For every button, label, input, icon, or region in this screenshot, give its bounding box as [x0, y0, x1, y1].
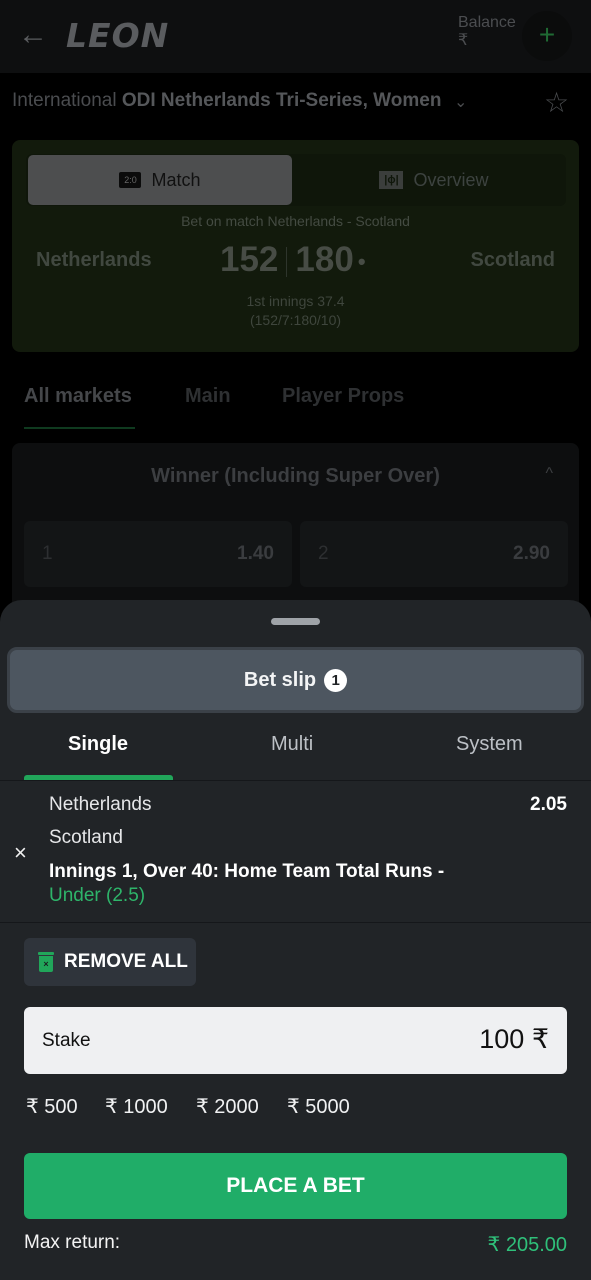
- event-category: International: [12, 90, 117, 111]
- bet-slip-sheet: Bet slip 1 Single Multi System × Netherl…: [0, 600, 591, 1280]
- tab-match[interactable]: 2:0 Match: [28, 155, 292, 205]
- remove-all-button[interactable]: × REMOVE ALL: [24, 938, 196, 986]
- stake-value[interactable]: 100 ₹: [479, 1024, 549, 1055]
- tab-overview-label: Overview: [413, 169, 489, 190]
- home-score: 152: [220, 240, 279, 279]
- quick-stake-500[interactable]: ₹ 500: [26, 1094, 78, 1119]
- plus-icon: +: [538, 19, 556, 50]
- active-tab-indicator: [24, 775, 173, 780]
- away-team: Scotland: [470, 249, 555, 271]
- field-icon: |ϕ|: [379, 171, 404, 189]
- bet-on-text: Bet on match Netherlands - Scotland: [181, 213, 410, 229]
- bet-selection: Under (2.5): [49, 885, 146, 906]
- chevron-down-icon[interactable]: ⌄: [454, 92, 467, 112]
- tab-main[interactable]: Main: [185, 385, 231, 408]
- event-tournament: ODI Netherlands Tri-Series, Women: [121, 90, 442, 111]
- back-arrow-icon[interactable]: ←: [18, 20, 50, 52]
- bet-odds: 2.05: [530, 794, 567, 815]
- quick-stake-2000[interactable]: ₹ 2000: [196, 1094, 259, 1119]
- top-bar: ← LEON Balance ₹ +: [0, 0, 591, 73]
- max-return-label: Max return:: [24, 1232, 121, 1253]
- balance[interactable]: Balance ₹: [458, 14, 516, 50]
- active-tab-indicator: [24, 427, 135, 429]
- bet-slip-title: Bet slip: [243, 668, 317, 691]
- tab-overview[interactable]: |ϕ| Overview: [302, 155, 566, 205]
- bet-home-team: Netherlands: [49, 794, 152, 815]
- tab-match-label: Match: [151, 169, 201, 190]
- drag-handle[interactable]: [271, 618, 320, 625]
- max-return-value: ₹ 205.00: [487, 1234, 567, 1256]
- innings-status: 1st innings 37.4: [246, 293, 345, 309]
- scoreboard-icon: 2:0: [119, 172, 142, 188]
- bet-slip-item: × Netherlands 2.05 Scotland Innings 1, O…: [0, 782, 591, 923]
- odd-label: 2: [318, 543, 329, 564]
- innings-info: 1st innings 37.4 (152/7:180/10): [12, 292, 579, 330]
- away-score: 180: [295, 240, 354, 279]
- match-view-switch: 2:0 Match |ϕ| Overview: [26, 154, 566, 206]
- tab-all-markets[interactable]: All markets: [24, 385, 132, 408]
- innings-detail: (152/7:180/10): [249, 312, 342, 328]
- stake-label: Stake: [42, 1030, 91, 1051]
- quick-stake-1000[interactable]: ₹ 1000: [105, 1094, 168, 1119]
- quick-stake-5000[interactable]: ₹ 5000: [287, 1094, 350, 1119]
- deposit-button[interactable]: +: [522, 11, 572, 61]
- market-winner: Winner (Including Super Over) ^ 1 1.40 2…: [12, 443, 579, 613]
- odd-button-1[interactable]: 1 1.40: [24, 521, 292, 587]
- market-title[interactable]: Winner (Including Super Over): [12, 465, 579, 488]
- tab-multi[interactable]: Multi: [271, 733, 313, 756]
- place-bet-button[interactable]: PLACE A BET: [24, 1153, 567, 1219]
- home-team: Netherlands: [36, 249, 152, 271]
- balance-currency: ₹: [458, 32, 469, 49]
- odd-label: 1: [42, 543, 53, 564]
- close-icon[interactable]: ×: [14, 840, 27, 866]
- bet-count-badge: 1: [324, 668, 348, 692]
- tab-player-props[interactable]: Player Props: [282, 385, 404, 408]
- remove-all-label: REMOVE ALL: [64, 951, 188, 972]
- odd-button-2[interactable]: 2 2.90: [300, 521, 568, 587]
- batting-indicator-icon: •: [357, 248, 366, 274]
- event-title[interactable]: International ODI Netherlands Tri-Series…: [12, 87, 582, 122]
- odd-value: 1.40: [237, 543, 274, 564]
- leon-logo[interactable]: LEON: [66, 16, 169, 55]
- match-card: 2:0 Match |ϕ| Overview Bet on match Neth…: [12, 140, 579, 352]
- scoreline: 152 180 •: [220, 240, 366, 280]
- tab-single[interactable]: Single: [68, 733, 128, 756]
- stake-input[interactable]: Stake 100 ₹: [24, 1007, 567, 1074]
- star-icon[interactable]: ☆: [544, 86, 569, 119]
- bet-market: Innings 1, Over 40: Home Team Total Runs…: [49, 861, 445, 882]
- trash-icon: ×: [38, 952, 54, 972]
- bet-away-team: Scotland: [49, 827, 123, 848]
- score-divider: [286, 246, 288, 277]
- balance-label: Balance: [458, 14, 516, 31]
- bet-slip-header[interactable]: Bet slip 1: [7, 647, 584, 713]
- tab-system[interactable]: System: [456, 733, 523, 756]
- odd-value: 2.90: [513, 543, 550, 564]
- bet-type-tabs: Single Multi System: [0, 725, 591, 781]
- chevron-up-icon[interactable]: ^: [545, 465, 553, 483]
